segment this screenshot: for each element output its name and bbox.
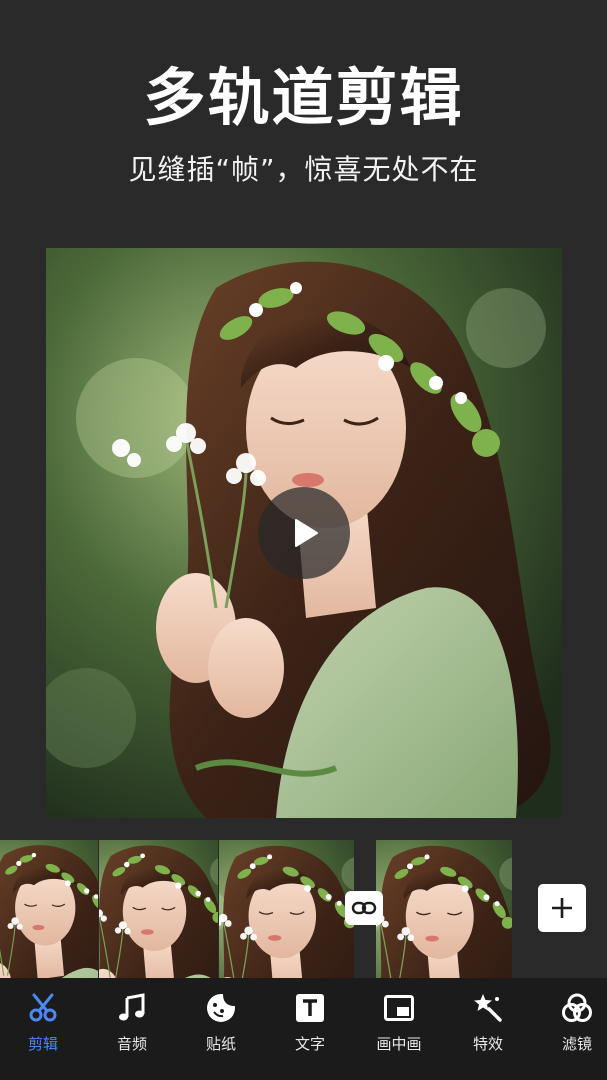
timeline-track[interactable] <box>0 840 607 978</box>
picture-in-picture-icon <box>384 995 414 1021</box>
toolbar-item-audio[interactable]: 音频 <box>97 978 167 1080</box>
toolbar-item-label: 特效 <box>472 1035 503 1053</box>
link-icon <box>351 901 377 915</box>
toolbar-item-edit[interactable]: 剪辑 <box>8 978 78 1080</box>
feature-title: 多轨道剪辑 <box>143 61 464 134</box>
toolbar-item-label: 滤镜 <box>561 1035 592 1053</box>
sticker-icon <box>207 994 235 1022</box>
toolbar-item-label: 剪辑 <box>27 1035 58 1053</box>
music-note-icon <box>119 993 145 1021</box>
toolbar-item-label: 文字 <box>294 1035 325 1053</box>
toolbar-item-text[interactable]: 文字 <box>275 978 345 1080</box>
text-icon <box>296 994 324 1022</box>
timeline-clip-frame[interactable] <box>99 840 218 978</box>
play-icon <box>295 519 318 547</box>
toolbar-item-label: 音频 <box>116 1035 147 1053</box>
filter-circles-icon <box>562 993 592 1022</box>
editing-toolbar: 剪辑 音频 贴纸 文字 画中画 特效 滤镜 <box>0 978 607 1080</box>
play-button[interactable] <box>258 487 350 579</box>
plus-icon <box>552 898 572 918</box>
feature-subtitle: 见缝插“帧”，惊喜无处不在 <box>128 153 479 186</box>
toolbar-item-label: 贴纸 <box>205 1035 236 1053</box>
toolbar-item-sticker[interactable]: 贴纸 <box>186 978 256 1080</box>
timeline-clip-frame[interactable] <box>219 840 354 978</box>
scissors-icon <box>29 993 57 1022</box>
transition-link-button[interactable] <box>345 891 383 925</box>
toolbar-item-effects[interactable]: 特效 <box>453 978 523 1080</box>
timeline-clip-frame[interactable] <box>376 840 512 978</box>
add-clip-button[interactable] <box>538 884 586 932</box>
timeline-clip-frame[interactable] <box>0 840 98 978</box>
magic-wand-icon <box>474 994 502 1022</box>
toolbar-item-picture-in-picture[interactable]: 画中画 <box>364 978 434 1080</box>
toolbar-item-filter[interactable]: 滤镜 <box>542 978 607 1080</box>
toolbar-item-label: 画中画 <box>376 1035 422 1053</box>
